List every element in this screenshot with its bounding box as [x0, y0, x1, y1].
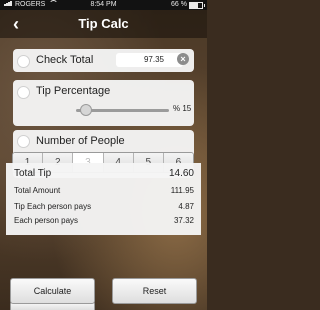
check-total-value: 97.35 — [143, 55, 164, 64]
tip-percentage-label: Tip Percentage — [36, 85, 111, 97]
total-tip-value: 14.60 — [168, 168, 194, 179]
each-person-row: Each person pays 37.32 — [14, 216, 194, 225]
calculate-label: Calculate — [33, 286, 72, 296]
clear-x-icon[interactable]: × — [177, 53, 189, 65]
tip-slider-thumb[interactable] — [80, 104, 93, 116]
check-total-input[interactable]: 97.35 — [116, 53, 183, 67]
tip-percentage-row: Tip Percentage % 15 — [13, 80, 194, 126]
total-amount-row: Total Amount 111.95 — [14, 186, 194, 195]
tip-slider[interactable] — [76, 104, 169, 116]
tip-percentage-radio[interactable] — [17, 86, 30, 99]
battery-icon — [189, 1, 205, 9]
check-total-row: Check Total 97.35 × — [13, 49, 194, 72]
page-title: Tip Calc — [78, 16, 129, 31]
reset-label: Reset — [142, 286, 167, 296]
reset-button[interactable]: Reset — [112, 278, 197, 304]
battery-group: 66 % — [171, 0, 205, 10]
check-total-label: Check Total — [36, 54, 94, 66]
total-amount-label: Total Amount — [14, 186, 61, 195]
battery-percent: 66 % — [171, 1, 187, 8]
total-tip-row: Total Tip 14.60 — [14, 168, 194, 179]
each-person-label: Each person pays — [14, 216, 79, 225]
tip-each-row: Tip Each person pays 4.87 — [14, 202, 194, 211]
check-total-radio[interactable] — [17, 55, 30, 68]
people-radio[interactable] — [17, 135, 30, 148]
calculate-button-face[interactable]: Calculate — [10, 278, 95, 304]
total-amount-value: 111.95 — [170, 186, 194, 195]
status-bar: ROGERS 8:54 PM 66 % — [0, 0, 207, 10]
each-person-value: 37.32 — [173, 216, 194, 225]
tip-percentage-value: % 15 — [173, 104, 192, 113]
number-of-people-label: Number of People — [36, 135, 125, 147]
tip-each-label: Tip Each person pays — [14, 202, 92, 211]
total-tip-label: Total Tip — [14, 168, 52, 179]
navigation-bar: ‹ Tip Calc — [0, 10, 207, 38]
tip-each-value: 4.87 — [178, 202, 194, 211]
